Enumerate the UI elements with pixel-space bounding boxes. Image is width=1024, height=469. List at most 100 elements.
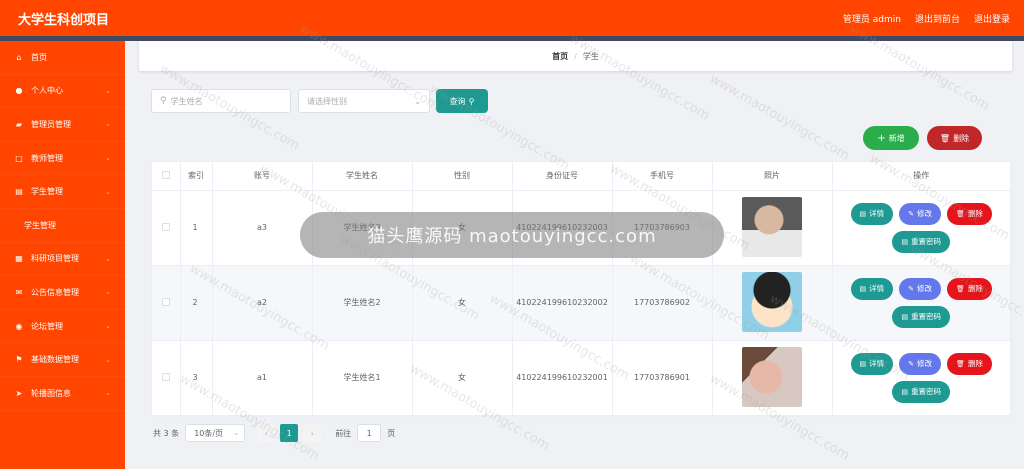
batch-delete-button[interactable]: 🗑 删除 (927, 126, 982, 150)
edit-button-label: 修改 (917, 359, 933, 368)
student-icon: ▤ (15, 187, 23, 197)
delete-button[interactable]: 🗑 删除 (947, 352, 992, 375)
phone-cell: 17703786901 (612, 340, 713, 416)
admin-label: 管理员 admin (842, 14, 901, 25)
sidebar-item-label: 教师管理 (31, 153, 63, 163)
chevron-left-icon: ‹ (264, 428, 268, 438)
reset-password-button[interactable]: ▤ 重置密码 (892, 380, 951, 403)
student-photo (742, 196, 802, 257)
edit-button-label: 修改 (917, 209, 933, 218)
row-checkbox[interactable] (161, 222, 170, 231)
row-checkbox[interactable] (161, 297, 170, 306)
page-size-label: 10条/页 (194, 428, 224, 438)
index-cell: 1 (180, 190, 213, 266)
detail-icon: ▤ (859, 359, 867, 368)
operation-cell: ▤ 详情 ✎ 修改 🗑 删除 ▤ 重置密码 (832, 190, 1011, 266)
column-header: 身份证号 (512, 162, 613, 191)
back-to-front-link[interactable]: 退出到前台 (915, 12, 960, 25)
gender-cell: 女 (412, 340, 513, 416)
column-header: 索引 (180, 162, 213, 191)
notice-icon: ✉ (15, 287, 23, 297)
detail-button[interactable]: ▤ 详情 (850, 202, 894, 225)
delete-button-label: 删除 (967, 209, 983, 218)
search-placeholder: 学生姓名 (170, 96, 203, 106)
edit-button[interactable]: ✎ 修改 (899, 277, 942, 300)
breadcrumb-home[interactable]: 首页 (552, 51, 568, 62)
id-card-cell: 410224199610232002 (512, 265, 613, 341)
sidebar-item-0[interactable]: ⌂ 首页 (0, 41, 125, 75)
delete-label: 删除 (953, 133, 970, 143)
logout-link[interactable]: 退出登录 (974, 12, 1010, 25)
detail-button-label: 详情 (869, 284, 885, 293)
sidebar-item-7[interactable]: ✉ 公告信息管理 ⌄ (0, 276, 125, 310)
sidebar-item-10[interactable]: ➤ 轮播图信息 ⌄ (0, 377, 125, 411)
reset-password-button-label: 重置密码 (911, 237, 942, 246)
account-cell: a3 (212, 190, 313, 266)
sidebar-item-8[interactable]: ◉ 论坛管理 ⌄ (0, 310, 125, 344)
phone-cell: 17703786903 (612, 190, 713, 266)
chevron-down-icon: ⌄ (105, 254, 111, 263)
watermark-text: www.maotouyingcc.com (706, 71, 852, 164)
chevron-down-icon: ⌄ (105, 322, 111, 331)
account-cell: a2 (212, 265, 313, 341)
row-select-cell (152, 340, 181, 416)
reset-password-button[interactable]: ▤ 重置密码 (892, 305, 951, 328)
chevron-down-icon: ⌄ (105, 120, 111, 129)
detail-button[interactable]: ▤ 详情 (850, 352, 894, 375)
sidebar-item-1[interactable]: ● 个人中心 ⌄ (0, 75, 125, 109)
sidebar-item-2[interactable]: ▰ 管理员管理 ⌄ (0, 108, 125, 142)
table-row: 2 a2 学生姓名2 女 410224199610232002 17703786902 ▤ 详… (152, 265, 1011, 341)
sidebar-item-label: 首页 (31, 52, 47, 62)
edit-button[interactable]: ✎ 修改 (899, 352, 942, 375)
student-photo (742, 271, 802, 332)
row-checkbox[interactable] (161, 372, 170, 381)
gender-select[interactable]: 请选择性别 ⌄ (298, 89, 430, 113)
delete-button-label: 删除 (967, 359, 983, 368)
sidebar-item-4[interactable]: ▤ 学生管理 ⌄ (0, 175, 125, 209)
operation-cell: ▤ 详情 ✎ 修改 🗑 删除 ▤ 重置密码 (832, 340, 1011, 416)
send-icon: ➤ (15, 388, 23, 398)
student-table: 索引 账号 学生姓名 性别 身份证号 手机号 照片 操作 1 a3 学生姓名3 女 410224199… (151, 161, 1012, 417)
page-size-select[interactable]: 10条/页 ⌄ (185, 424, 246, 442)
sidebar-item-6[interactable]: ▦ 科研项目管理 ⌄ (0, 243, 125, 277)
home-icon: ⌂ (16, 52, 22, 62)
row-select-cell (152, 190, 181, 266)
sidebar-item-label: 学生管理 (31, 187, 63, 197)
column-header: 操作 (832, 162, 1011, 191)
edit-button[interactable]: ✎ 修改 (899, 202, 942, 225)
sidebar-item-3[interactable]: □ 教师管理 ⌄ (0, 142, 125, 176)
delete-button[interactable]: 🗑 删除 (947, 202, 992, 225)
detail-button[interactable]: ▤ 详情 (850, 277, 894, 300)
trash-icon: 🗑 (956, 284, 965, 293)
prev-page-button[interactable]: ‹ (257, 424, 276, 442)
table-row: 3 a1 学生姓名1 女 410224199610232001 17703786901 ▤ 详… (152, 340, 1011, 416)
admin-icon: ▰ (15, 119, 23, 129)
reset-password-button-label: 重置密码 (911, 387, 942, 396)
pencil-icon: ✎ (908, 209, 915, 218)
student-photo (742, 346, 802, 407)
user-icon: ● (15, 86, 23, 96)
column-header: 学生姓名 (312, 162, 413, 191)
column-header[interactable] (152, 162, 181, 191)
add-button[interactable]: + 新增 (863, 126, 919, 150)
page-unit-label: 页 (387, 428, 396, 438)
sidebar-item-5[interactable]: 学生管理 (0, 209, 125, 243)
select-all-checkbox[interactable] (161, 170, 170, 179)
reset-password-button[interactable]: ▤ 重置密码 (892, 230, 951, 253)
name-cell: 学生姓名2 (312, 265, 413, 341)
document-icon: ▤ (901, 237, 909, 246)
query-button[interactable]: 查询 ⚲ (436, 89, 488, 113)
id-card-cell: 410224199610232003 (512, 190, 613, 266)
table-header-row: 索引 账号 学生姓名 性别 身份证号 手机号 照片 操作 (152, 162, 1011, 191)
photo-cell (712, 265, 833, 341)
sidebar: ⌂ 首页 ● 个人中心 ⌄ ▰ 管理员管理 ⌄ □ 教师管理 ⌄ ▤ 学生管理 ⌄ 学生管理 ▦ 科研项目管理 ⌄… (0, 41, 125, 469)
next-page-button[interactable]: › (303, 424, 322, 442)
student-name-search-input[interactable]: ⚲ 学生姓名 (151, 89, 291, 113)
operation-cell: ▤ 详情 ✎ 修改 🗑 删除 ▤ 重置密码 (832, 265, 1011, 341)
delete-button[interactable]: 🗑 删除 (947, 277, 992, 300)
page-number[interactable]: 1 (280, 424, 299, 442)
goto-page-input[interactable]: 1 (357, 424, 382, 442)
sidebar-item-9[interactable]: ⚑ 基础数据管理 ⌄ (0, 343, 125, 377)
photo-cell (712, 190, 833, 266)
gender-placeholder: 请选择性别 (307, 96, 347, 106)
